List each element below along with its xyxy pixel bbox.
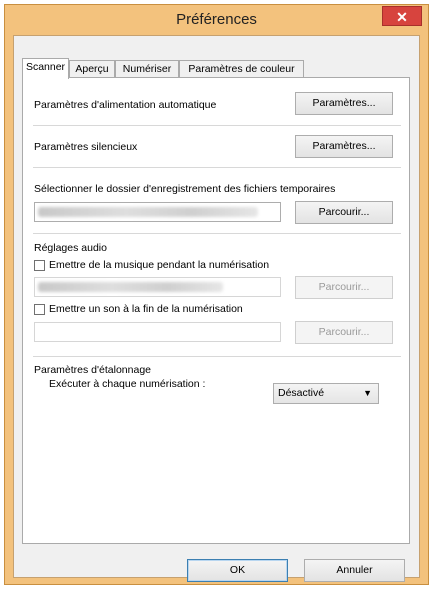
- separator: [33, 233, 401, 234]
- calibration-dropdown[interactable]: Désactivé ▼: [273, 383, 379, 404]
- calibration-label: Exécuter à chaque numérisation :: [49, 378, 206, 390]
- window-title: Préférences: [176, 11, 257, 28]
- music-file-field[interactable]: [34, 277, 281, 297]
- tab-numeriser[interactable]: Numériser: [115, 60, 179, 78]
- calibration-selected-value: Désactivé: [278, 387, 325, 399]
- close-button[interactable]: ✕: [382, 6, 422, 26]
- separator: [33, 167, 401, 168]
- close-icon: ✕: [396, 9, 408, 25]
- title-bar[interactable]: Préférences ✕: [5, 5, 428, 35]
- music-browse-button[interactable]: Parcourir...: [295, 276, 393, 299]
- tab-parametres-couleur[interactable]: Paramètres de couleur: [179, 60, 304, 78]
- separator: [33, 125, 401, 126]
- sound-checkbox-label: Emettre un son à la fin de la numérisati…: [49, 303, 243, 315]
- ok-button[interactable]: OK: [187, 559, 288, 582]
- scanner-tab-panel: Paramètres d'alimentation automatique Pa…: [22, 77, 410, 544]
- tab-scanner[interactable]: Scanner: [22, 58, 69, 79]
- silent-settings-button[interactable]: Paramètres...: [295, 135, 393, 158]
- chevron-down-icon: ▼: [363, 388, 372, 398]
- sound-browse-button[interactable]: Parcourir...: [295, 321, 393, 344]
- silent-label: Paramètres silencieux: [34, 141, 138, 153]
- temp-folder-path-field[interactable]: [34, 202, 281, 222]
- cancel-button[interactable]: Annuler: [304, 559, 405, 582]
- temp-folder-browse-button[interactable]: Parcourir...: [295, 201, 393, 224]
- auto-feed-label: Paramètres d'alimentation automatique: [34, 99, 217, 111]
- dialog-body: Scanner Aperçu Numériser Paramètres de c…: [13, 35, 420, 582]
- music-checkbox-label: Emettre de la musique pendant la numéris…: [49, 259, 270, 271]
- temp-folder-label: Sélectionner le dossier d'enregistrement…: [34, 183, 336, 195]
- calibration-heading: Paramètres d'étalonnage: [34, 364, 151, 376]
- music-checkbox[interactable]: [34, 260, 45, 271]
- separator: [33, 356, 401, 357]
- sound-file-field[interactable]: [34, 322, 281, 342]
- sound-checkbox[interactable]: [34, 304, 45, 315]
- preferences-window: Préférences ✕ Scanner Aperçu Numériser P…: [4, 4, 429, 585]
- tab-apercu[interactable]: Aperçu: [69, 60, 115, 78]
- auto-feed-settings-button[interactable]: Paramètres...: [295, 92, 393, 115]
- audio-heading: Réglages audio: [34, 242, 107, 254]
